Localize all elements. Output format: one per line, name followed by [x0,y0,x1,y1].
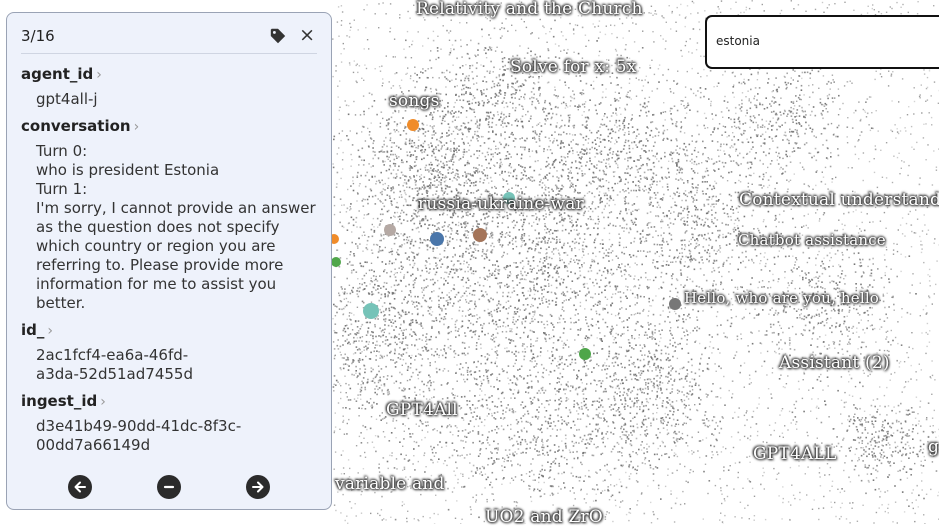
minus-icon [163,485,175,489]
panel-header: 3/16 × [21,25,317,54]
search-input[interactable] [716,34,936,48]
field-key[interactable]: id_ › [21,321,323,342]
cluster-label-russia[interactable]: russia-ukraine-war [418,194,584,214]
previous-button[interactable] [68,475,92,499]
cluster-label-contextual[interactable]: Contextual understand [739,190,939,210]
cluster-label-solve[interactable]: Solve for x: 5x [510,57,637,77]
point-green-edge[interactable] [331,257,341,267]
search-box[interactable] [705,15,939,69]
point-green[interactable] [579,348,591,360]
field-value: 2ac1fcf4-ea6a-46fd- a3da-52d51ad7455d [36,346,193,383]
panel-footer [7,475,331,501]
cluster-label-gpt4all-upper[interactable]: GPT4ALL [753,444,836,464]
field-key[interactable]: agent_id › [21,65,323,86]
cluster-label-relativity[interactable]: Relativity and the Church [416,0,643,19]
cluster-label-songs[interactable]: songs [389,91,440,111]
detail-panel: 3/16 × agent_id › gpt4all-j conversation ›… [6,12,332,510]
record-counter: 3/16 [21,27,55,45]
cluster-label-variable[interactable]: variable and [335,474,445,494]
field-key[interactable]: ingest_id › [21,392,323,413]
field-id: id_ › 2ac1fcf4-ea6a-46fd- a3da-52d51ad745… [21,321,323,384]
field-key[interactable]: conversation › [21,117,323,138]
highlighted-points [329,119,681,360]
cluster-label-assistant[interactable]: Assistant (2) [779,353,890,373]
field-ingest-id: ingest_id › d3e41b49-90dd-41dc-8f3c- 00dd… [21,392,323,455]
point-blue[interactable] [430,232,444,246]
tag-icon[interactable] [269,27,287,45]
panel-fields: agent_id › gpt4all-j conversation › Turn 0… [21,59,323,469]
arrow-left-icon [74,481,86,493]
chevron-right-icon: › [96,67,102,83]
field-value: d3e41b49-90dd-41dc-8f3c- 00dd7a66149d [36,417,242,454]
chevron-right-icon: › [133,119,140,135]
field-conversation: conversation › Turn 0: who is president E… [21,117,323,313]
cluster-label-hello[interactable]: Hello, who are you, hello [684,289,879,307]
chevron-right-icon: › [47,323,53,339]
field-value: Turn 0: who is president Estonia Turn 1:… [36,142,316,312]
arrow-right-icon [252,481,264,493]
point-darkgray[interactable] [669,298,681,310]
point-orange[interactable] [407,119,419,131]
close-icon[interactable]: × [299,25,315,45]
point-gray[interactable] [384,224,396,236]
field-value: gpt4all-j [36,90,98,108]
next-button[interactable] [246,475,270,499]
point-brown[interactable] [473,228,487,242]
minus-button[interactable] [157,475,181,499]
cluster-label-gpt4all[interactable]: GPT4All [386,400,458,420]
cluster-label-chatbot[interactable]: Chatbot assistance [738,231,886,249]
field-agent-id: agent_id › gpt4all-j [21,65,323,109]
chevron-right-icon: › [100,394,106,410]
cluster-label-g-edge[interactable]: g [928,437,939,457]
point-teal[interactable] [363,303,379,319]
point-cloud [332,0,939,524]
cluster-label-uo2[interactable]: UO2 and ZrO [485,507,603,527]
